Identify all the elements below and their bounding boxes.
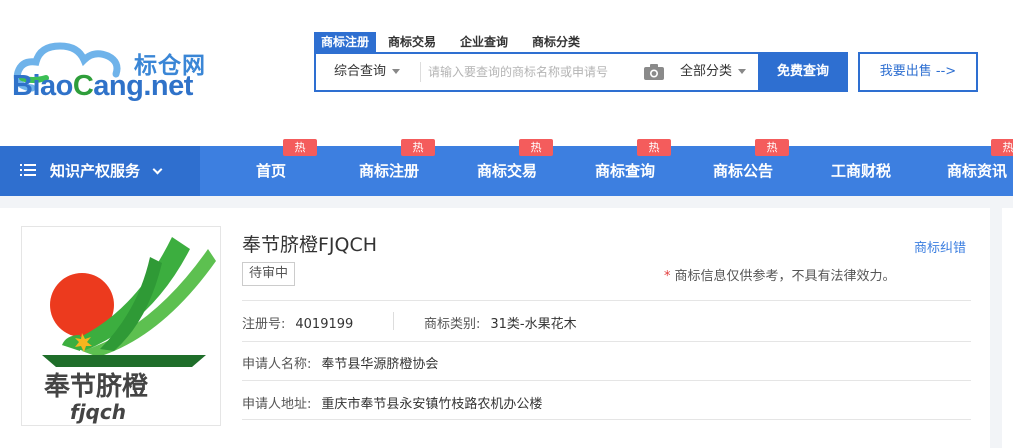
search-tab-register[interactable]: 商标注册 <box>314 32 377 52</box>
divider <box>420 62 421 82</box>
trademark-correction-link[interactable]: 商标纠错 <box>914 237 966 256</box>
nav-item-search[interactable]: 热 商标查询 <box>575 139 675 196</box>
hot-badge: 热 <box>401 139 435 156</box>
search-tab-category[interactable]: 商标分类 <box>520 32 592 52</box>
side-panel <box>1002 208 1013 448</box>
search-button[interactable]: 免费查询 <box>758 52 848 92</box>
registration-number: 4019199 <box>295 317 354 332</box>
logo-english-name: BiaoCang.net <box>12 70 193 102</box>
nav-item-tax[interactable]: 工商财税 <box>811 146 911 196</box>
hot-badge: 热 <box>519 139 553 156</box>
applicant-name: 奉节县华源脐橙协会 <box>321 357 439 372</box>
category-select[interactable]: 全部分类 <box>680 54 747 90</box>
nav-item-home[interactable]: 热 首页 <box>221 139 321 196</box>
divider <box>242 341 971 342</box>
trademark-class: 31类-水果花木 <box>490 317 577 332</box>
hot-badge: 热 <box>755 139 789 156</box>
nav-item-trade[interactable]: 热 商标交易 <box>457 139 557 196</box>
applicant-address: 重庆市奉节县永安镇竹枝路农机办公楼 <box>321 397 543 412</box>
svg-text:奉节脐橙: 奉节脐橙 <box>43 372 149 402</box>
trademark-image: 奉节脐橙 fjqch <box>21 226 221 426</box>
search-tab-trade[interactable]: 商标交易 <box>376 32 448 52</box>
menu-icon <box>20 163 36 176</box>
camera-icon[interactable] <box>644 64 664 80</box>
nav-item-register[interactable]: 热 商标注册 <box>339 139 439 196</box>
hot-badge: 热 <box>283 139 317 156</box>
divider <box>242 419 971 420</box>
divider <box>242 300 971 301</box>
site-logo[interactable]: 标仓网 BiaoCang.net <box>12 38 222 108</box>
search-tabs: 商标注册 商标交易 企业查询 商标分类 <box>314 32 592 52</box>
address-row: 申请人地址: 重庆市奉节县永安镇竹枝路农机办公楼 <box>242 397 543 412</box>
trademark-card: 奉节脐橙 fjqch 奉节脐橙FJQCH 待审中 商标纠错 * 商标信息仅供参考，… <box>0 208 990 448</box>
hot-badge: 热 <box>637 139 671 156</box>
chevron-down-icon <box>738 69 747 74</box>
trademark-title: 奉节脐橙FJQCH <box>242 234 378 256</box>
nav-item-news[interactable]: 热 商标资讯 <box>929 139 1013 196</box>
divider <box>242 380 971 381</box>
search-input[interactable] <box>428 58 638 86</box>
disclaimer-notice: * 商标信息仅供参考，不具有法律效力。 <box>664 269 896 284</box>
divider <box>393 312 394 330</box>
chevron-down-icon <box>392 69 401 74</box>
search-type-select[interactable]: 综合查询 <box>334 54 401 90</box>
main-nav: 知识产权服务 热 首页 热 商标注册 热 商标交易 热 商标查询 热 商标公告 … <box>0 139 1013 196</box>
nav-item-announcement[interactable]: 热 商标公告 <box>693 139 793 196</box>
search-tab-company[interactable]: 企业查询 <box>448 32 520 52</box>
status-badge: 待审中 <box>242 262 296 286</box>
chevron-down-icon <box>152 164 163 175</box>
class-row: 商标类别: 31类-水果花木 <box>424 317 577 332</box>
applicant-row: 申请人名称: 奉节县华源脐橙协会 <box>242 357 439 372</box>
registration-number-row: 注册号: 4019199 <box>242 317 354 332</box>
header: 标仓网 BiaoCang.net 商标注册 商标交易 企业查询 商标分类 综合查… <box>0 0 1013 146</box>
ip-services-menu[interactable]: 知识产权服务 <box>0 146 200 196</box>
hot-badge: 热 <box>991 139 1013 156</box>
sell-button[interactable]: 我要出售 --> <box>858 52 978 92</box>
svg-text:fjqch: fjqch <box>70 400 126 424</box>
trademark-logo: 奉节脐橙 fjqch <box>42 237 216 424</box>
search-box: 综合查询 全部分类 免费查询 <box>314 52 848 92</box>
